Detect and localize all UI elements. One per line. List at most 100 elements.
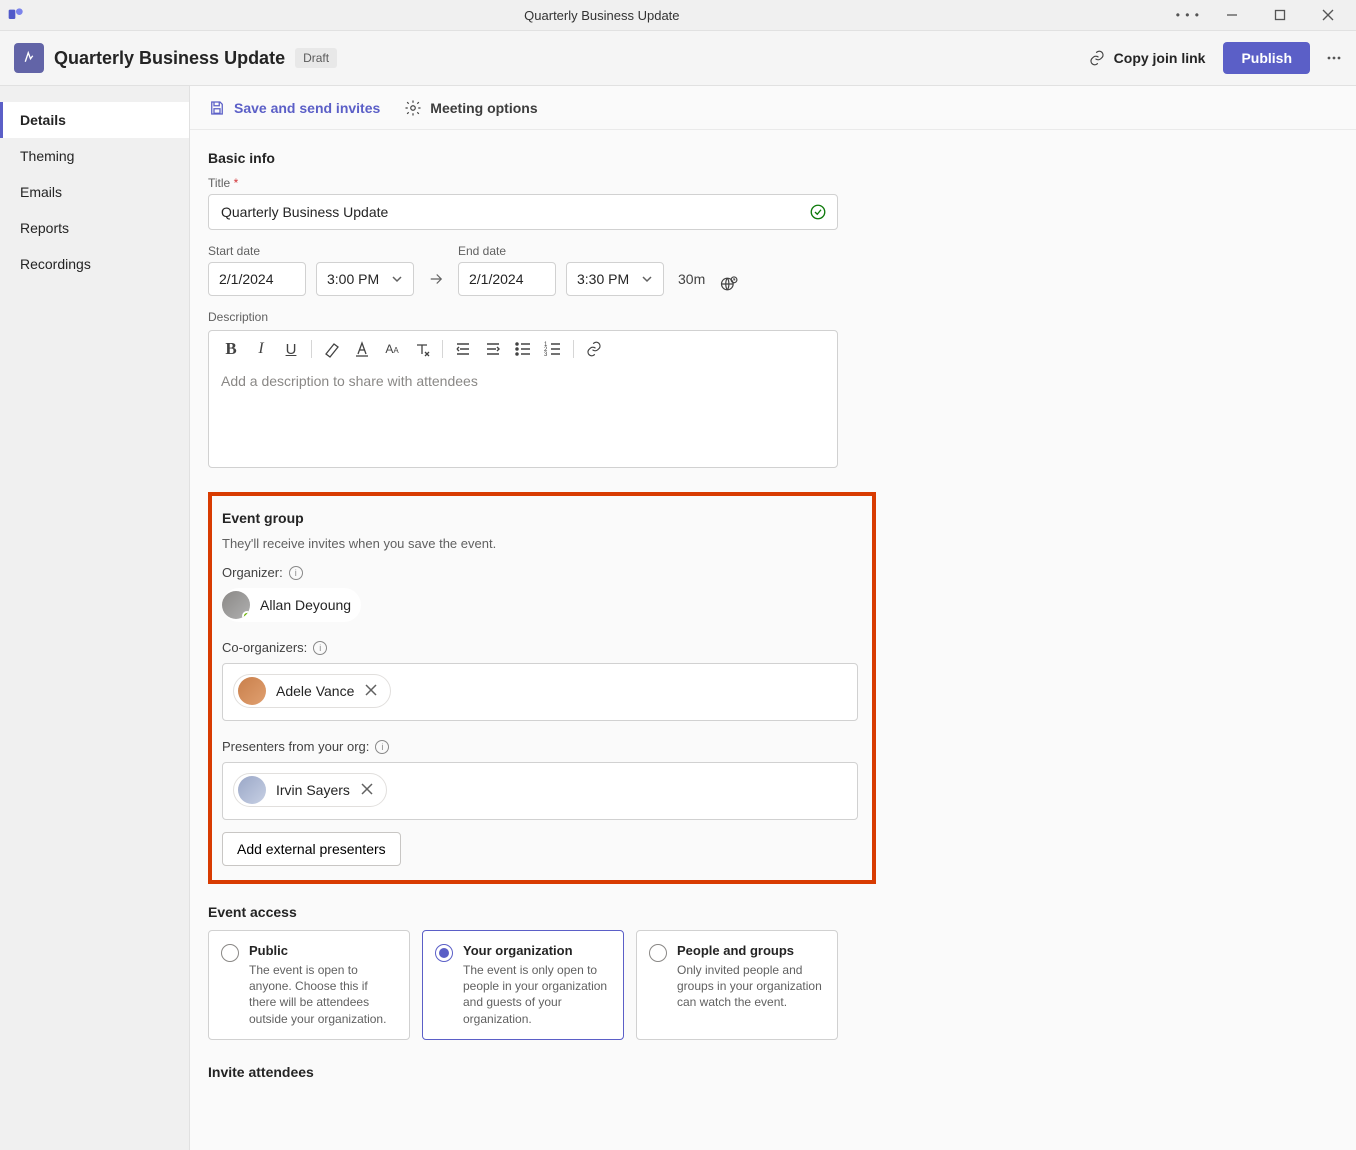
description-textarea[interactable]: Add a description to share with attendee… bbox=[209, 367, 837, 467]
clear-format-button[interactable] bbox=[412, 339, 432, 359]
organizer-label: Organizer: i bbox=[222, 565, 856, 580]
timezone-button[interactable] bbox=[719, 274, 741, 296]
person-chip: Irvin Sayers bbox=[233, 773, 387, 807]
start-date-label: Start date bbox=[208, 244, 306, 258]
person-chip: Adele Vance bbox=[233, 674, 391, 708]
link-icon bbox=[1088, 49, 1106, 67]
access-option-your-organization[interactable]: Your organization The event is only open… bbox=[422, 930, 624, 1040]
copy-link-label: Copy join link bbox=[1114, 50, 1206, 66]
number-list-button[interactable]: 123 bbox=[543, 339, 563, 359]
event-header: Quarterly Business Update Draft Copy joi… bbox=[0, 30, 1356, 86]
event-group-sub: They'll receive invites when you save th… bbox=[222, 536, 856, 551]
save-label: Save and send invites bbox=[234, 100, 380, 116]
title-input[interactable]: Quarterly Business Update bbox=[208, 194, 838, 230]
arrow-right-icon bbox=[424, 262, 448, 296]
bullet-list-button[interactable] bbox=[513, 339, 533, 359]
remove-chip-button[interactable] bbox=[360, 782, 376, 798]
underline-button[interactable]: U bbox=[281, 339, 301, 359]
presence-available-icon bbox=[242, 611, 250, 619]
publish-button[interactable]: Publish bbox=[1223, 42, 1310, 74]
sidebar-item-recordings[interactable]: Recordings bbox=[0, 246, 189, 282]
description-box: B I U AA 123 Add a des bbox=[208, 330, 838, 468]
event-group-heading: Event group bbox=[222, 510, 856, 526]
presenter-name: Irvin Sayers bbox=[276, 782, 350, 798]
bold-button[interactable]: B bbox=[221, 339, 241, 359]
sidebar-item-details[interactable]: Details bbox=[0, 102, 189, 138]
duration-value: 30m bbox=[674, 262, 709, 296]
svg-text:3: 3 bbox=[544, 352, 548, 358]
save-icon bbox=[208, 99, 226, 117]
save-send-invites-button[interactable]: Save and send invites bbox=[208, 99, 380, 117]
main-toolbar: Save and send invites Meeting options bbox=[190, 86, 1356, 130]
event-access-heading: Event access bbox=[208, 904, 1014, 920]
draft-badge: Draft bbox=[295, 48, 337, 68]
title-label: Title * bbox=[208, 176, 1014, 190]
highlight-button[interactable] bbox=[322, 339, 342, 359]
teams-app-icon bbox=[6, 7, 26, 23]
close-button[interactable] bbox=[1306, 0, 1350, 30]
sidebar: Details Theming Emails Reports Recording… bbox=[0, 86, 190, 1150]
options-label: Meeting options bbox=[430, 100, 537, 116]
decrease-indent-button[interactable] bbox=[453, 339, 473, 359]
radio-unchecked-icon bbox=[649, 944, 667, 962]
invite-attendees-heading: Invite attendees bbox=[208, 1064, 1014, 1080]
avatar bbox=[238, 677, 266, 705]
event-title: Quarterly Business Update bbox=[54, 48, 285, 69]
end-date-label: End date bbox=[458, 244, 556, 258]
presenters-label: Presenters from your org: i bbox=[222, 739, 856, 754]
sidebar-item-reports[interactable]: Reports bbox=[0, 210, 189, 246]
end-time-dropdown[interactable]: 3:30 PM bbox=[566, 262, 664, 296]
info-icon[interactable]: i bbox=[289, 566, 303, 580]
avatar bbox=[238, 776, 266, 804]
end-date-input[interactable]: 2/1/2024 bbox=[458, 262, 556, 296]
organizer-chip: Allan Deyoung bbox=[222, 588, 361, 622]
meeting-options-button[interactable]: Meeting options bbox=[404, 99, 537, 117]
italic-button[interactable]: I bbox=[251, 339, 271, 359]
access-title: People and groups bbox=[677, 943, 825, 958]
access-desc: The event is only open to people in your… bbox=[463, 962, 611, 1027]
access-title: Public bbox=[249, 943, 397, 958]
add-external-presenters-button[interactable]: Add external presenters bbox=[222, 832, 401, 866]
maximize-button[interactable] bbox=[1258, 0, 1302, 30]
coorganizers-label: Co-organizers: i bbox=[222, 640, 856, 655]
basic-info-heading: Basic info bbox=[208, 150, 1014, 166]
sidebar-item-theming[interactable]: Theming bbox=[0, 138, 189, 174]
minimize-button[interactable] bbox=[1210, 0, 1254, 30]
title-value: Quarterly Business Update bbox=[221, 204, 388, 220]
access-option-people-groups[interactable]: People and groups Only invited people an… bbox=[636, 930, 838, 1040]
header-more-button[interactable] bbox=[1326, 50, 1342, 66]
description-label: Description bbox=[208, 310, 1014, 324]
window-title: Quarterly Business Update bbox=[34, 8, 1170, 23]
info-icon[interactable]: i bbox=[375, 740, 389, 754]
description-placeholder: Add a description to share with attendee… bbox=[221, 373, 478, 389]
presenters-input[interactable]: Irvin Sayers bbox=[222, 762, 858, 820]
check-icon bbox=[809, 203, 827, 221]
titlebar-more-icon[interactable]: • • • bbox=[1170, 8, 1206, 22]
titlebar: Quarterly Business Update • • • bbox=[0, 0, 1356, 30]
townhall-icon bbox=[14, 43, 44, 73]
access-desc: Only invited people and groups in your o… bbox=[677, 962, 825, 1011]
gear-icon bbox=[404, 99, 422, 117]
increase-indent-button[interactable] bbox=[483, 339, 503, 359]
font-color-button[interactable] bbox=[352, 339, 372, 359]
access-option-public[interactable]: Public The event is open to anyone. Choo… bbox=[208, 930, 410, 1040]
font-size-button[interactable]: AA bbox=[382, 339, 402, 359]
insert-link-button[interactable] bbox=[584, 339, 604, 359]
sidebar-item-emails[interactable]: Emails bbox=[0, 174, 189, 210]
access-title: Your organization bbox=[463, 943, 611, 958]
coorganizer-name: Adele Vance bbox=[276, 683, 354, 699]
event-group-section: Event group They'll receive invites when… bbox=[208, 492, 876, 884]
copy-join-link-button[interactable]: Copy join link bbox=[1088, 49, 1206, 67]
radio-checked-icon bbox=[435, 944, 453, 962]
access-desc: The event is open to anyone. Choose this… bbox=[249, 962, 397, 1027]
start-date-input[interactable]: 2/1/2024 bbox=[208, 262, 306, 296]
start-time-dropdown[interactable]: 3:00 PM bbox=[316, 262, 414, 296]
radio-unchecked-icon bbox=[221, 944, 239, 962]
chevron-down-icon bbox=[641, 273, 653, 285]
chevron-down-icon bbox=[391, 273, 403, 285]
info-icon[interactable]: i bbox=[313, 641, 327, 655]
organizer-name: Allan Deyoung bbox=[260, 597, 351, 613]
coorganizers-input[interactable]: Adele Vance bbox=[222, 663, 858, 721]
avatar bbox=[222, 591, 250, 619]
remove-chip-button[interactable] bbox=[364, 683, 380, 699]
